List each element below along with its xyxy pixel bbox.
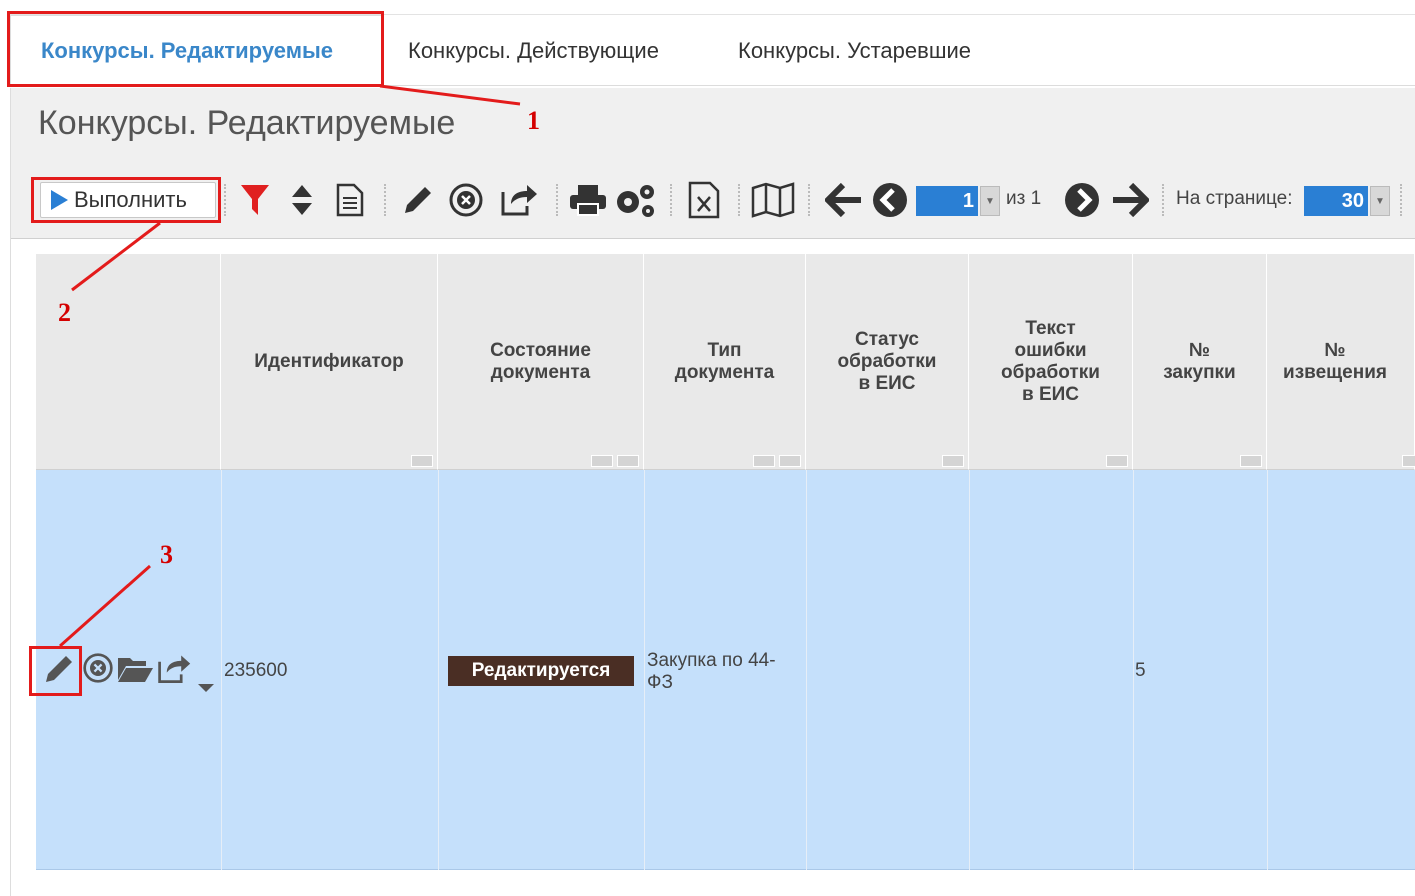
annotation-lines (59, 84, 521, 648)
annotation-number-2: 2 (58, 298, 71, 327)
annotation-number-1: 1 (527, 106, 540, 135)
annotation-number-3: 3 (160, 540, 173, 569)
